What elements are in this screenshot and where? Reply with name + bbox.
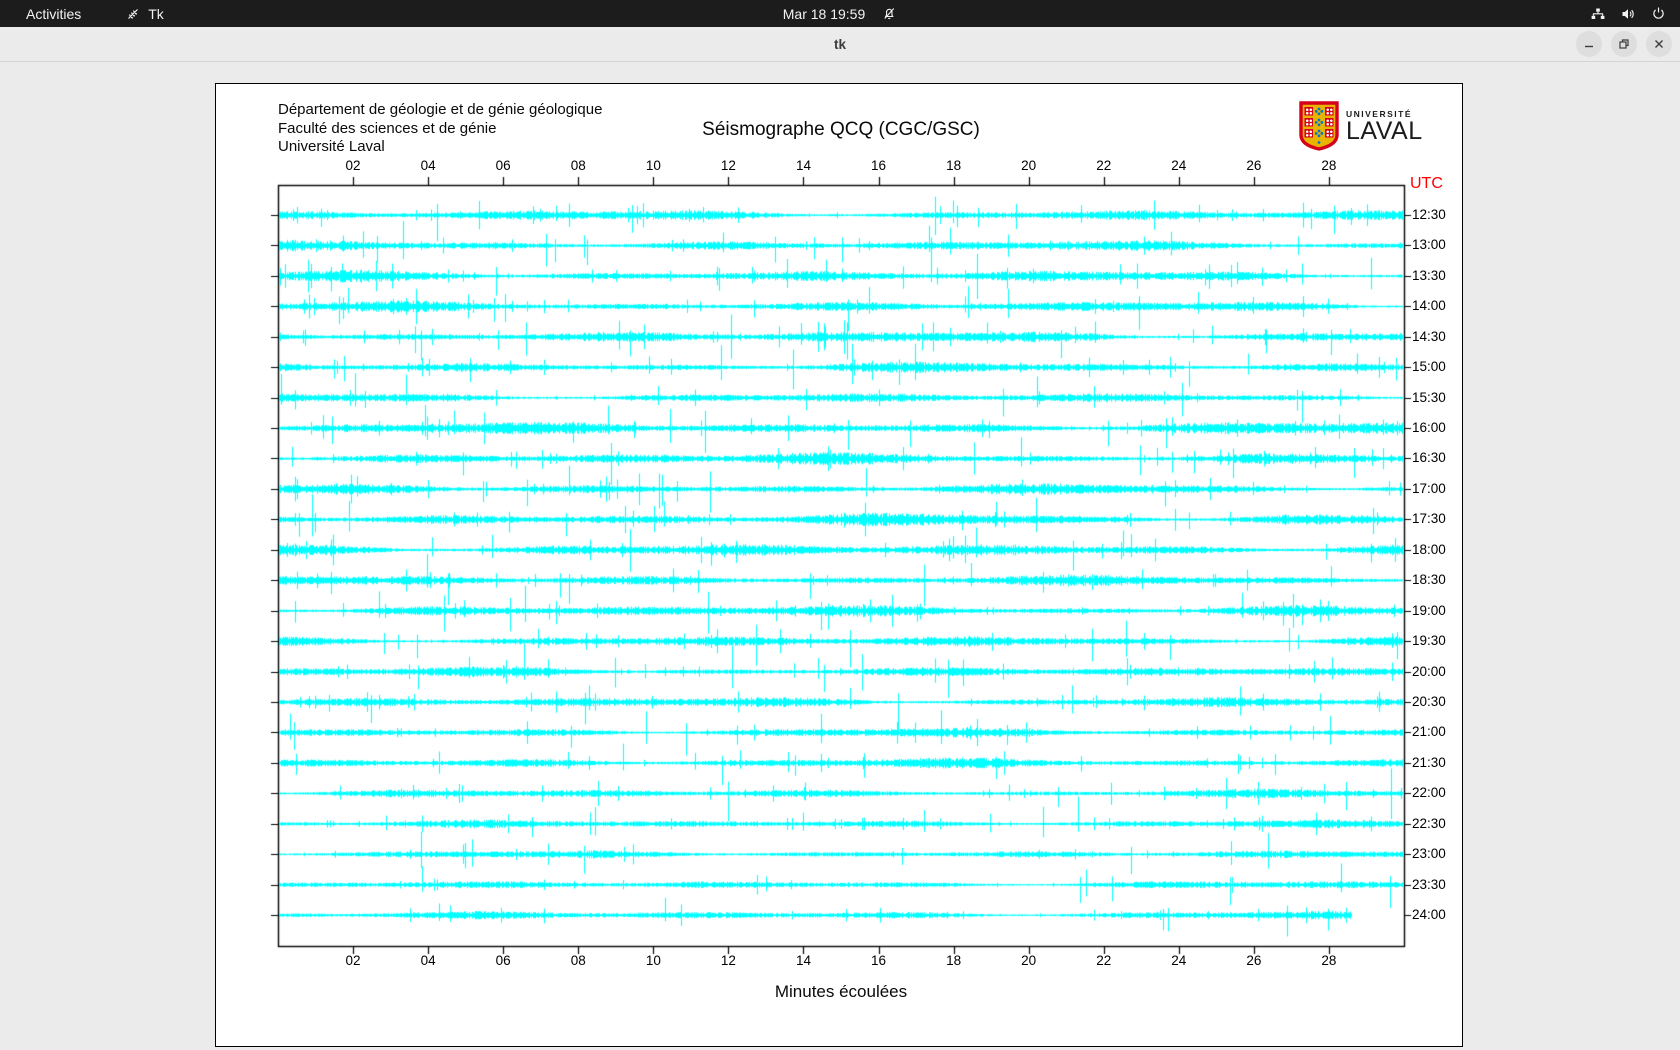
utc-row-label: 21:00 bbox=[1412, 724, 1446, 740]
utc-row-label: 13:00 bbox=[1412, 237, 1446, 253]
utc-row-label: 22:00 bbox=[1412, 785, 1446, 801]
x-axis-tick-label: 10 bbox=[645, 953, 661, 968]
institution-header: Département de géologie et de génie géol… bbox=[278, 101, 603, 155]
x-axis-tick-label: 06 bbox=[495, 158, 511, 173]
logo-laval-text: LAVAL bbox=[1346, 116, 1423, 145]
plot-title: Séismographe QCQ (CGC/GSC) bbox=[702, 119, 980, 140]
notifications-muted-icon bbox=[881, 6, 897, 22]
focused-app-indicator[interactable]: Tk bbox=[125, 6, 164, 22]
tk-window-content: Département de géologie et de génie géol… bbox=[0, 63, 1680, 1050]
maximize-button[interactable] bbox=[1611, 31, 1637, 57]
x-axis-tick-label: 10 bbox=[645, 158, 661, 173]
utc-row-label: 23:00 bbox=[1412, 846, 1446, 862]
utc-row-label: 18:30 bbox=[1412, 572, 1446, 588]
x-axis-tick-label: 24 bbox=[1171, 953, 1187, 968]
utc-row-label: 20:30 bbox=[1412, 693, 1446, 709]
gnome-top-bar: Activities Tk Mar 18 19:59 bbox=[0, 0, 1680, 27]
utc-row-label: 15:00 bbox=[1412, 359, 1446, 375]
utc-row-label: 19:00 bbox=[1412, 602, 1446, 618]
x-axis-tick-label: 14 bbox=[795, 953, 811, 968]
close-button[interactable] bbox=[1646, 31, 1672, 57]
utc-row-label: 13:30 bbox=[1412, 267, 1446, 283]
x-axis-tick-label: 24 bbox=[1171, 158, 1187, 173]
utc-row-label: 24:00 bbox=[1412, 907, 1446, 922]
tk-feather-icon bbox=[125, 6, 141, 22]
x-axis-tick-label: 16 bbox=[871, 953, 887, 968]
utc-row-label: 18:00 bbox=[1412, 541, 1446, 557]
x-axis-tick-label: 06 bbox=[495, 953, 511, 968]
activities-button[interactable]: Activities bbox=[18, 4, 89, 24]
x-axis-tick-label: 04 bbox=[420, 158, 436, 173]
x-axis-title: Minutes écoulées bbox=[774, 982, 908, 1001]
utc-row-label: 23:30 bbox=[1412, 876, 1446, 892]
clock-menu[interactable]: Mar 18 19:59 bbox=[783, 6, 898, 22]
x-axis-tick-label: 26 bbox=[1246, 158, 1262, 173]
x-axis-tick-label: 02 bbox=[345, 158, 361, 173]
window-title: tk bbox=[833, 36, 846, 52]
x-axis-tick-label: 12 bbox=[720, 158, 736, 173]
x-axis-tick-label: 20 bbox=[1021, 158, 1037, 173]
utc-row-label: 16:30 bbox=[1412, 450, 1446, 466]
utc-row-label: 14:30 bbox=[1412, 328, 1446, 344]
x-axis-tick-label: 14 bbox=[795, 158, 811, 173]
x-axis-tick-label: 04 bbox=[420, 953, 436, 968]
network-wired-icon bbox=[1590, 6, 1606, 22]
utc-row-label: 14:00 bbox=[1412, 298, 1446, 314]
x-axis-tick-label: 18 bbox=[946, 953, 962, 968]
utc-row-label: 15:30 bbox=[1412, 389, 1446, 405]
x-axis-tick-label: 16 bbox=[871, 158, 887, 173]
x-axis-tick-label: 22 bbox=[1096, 158, 1112, 173]
power-icon bbox=[1650, 6, 1666, 22]
utc-row-label: 12:30 bbox=[1412, 207, 1446, 222]
x-axis-tick-label: 22 bbox=[1096, 953, 1112, 968]
window-titlebar: tk bbox=[0, 27, 1680, 62]
seismograph-canvas bbox=[268, 175, 1414, 956]
seismogram-plot bbox=[268, 175, 1414, 956]
utc-row-label: 16:00 bbox=[1412, 420, 1446, 436]
utc-row-label: 17:30 bbox=[1412, 511, 1446, 527]
x-axis-tick-label: 28 bbox=[1321, 953, 1337, 968]
utc-row-label: 17:00 bbox=[1412, 480, 1446, 496]
x-axis-tick-label: 18 bbox=[946, 158, 962, 173]
x-axis-tick-label: 20 bbox=[1021, 953, 1037, 968]
focused-app-name: Tk bbox=[148, 5, 164, 22]
clock-text: Mar 18 19:59 bbox=[782, 5, 866, 22]
volume-icon bbox=[1620, 6, 1636, 22]
utc-row-label: 19:30 bbox=[1412, 633, 1446, 649]
laval-shield-icon bbox=[1299, 101, 1339, 151]
utc-axis-label: UTC bbox=[1410, 175, 1443, 192]
universite-laval-logo: UNIVERSITÉ LAVAL bbox=[1299, 101, 1423, 151]
utc-row-label: 20:00 bbox=[1412, 663, 1446, 679]
x-axis-tick-label: 08 bbox=[570, 158, 586, 173]
minimize-button[interactable] bbox=[1576, 31, 1602, 57]
utc-row-label: 21:30 bbox=[1412, 754, 1446, 770]
x-axis-tick-label: 28 bbox=[1321, 158, 1337, 173]
system-status-area[interactable] bbox=[1590, 0, 1680, 27]
x-axis-tick-label: 12 bbox=[720, 953, 736, 968]
seismograph-panel: Département de géologie et de génie géol… bbox=[215, 83, 1463, 1047]
x-axis-tick-label: 02 bbox=[345, 953, 361, 968]
utc-row-label: 22:30 bbox=[1412, 815, 1446, 831]
x-axis-tick-label: 08 bbox=[570, 953, 586, 968]
x-axis-tick-label: 26 bbox=[1246, 953, 1262, 968]
